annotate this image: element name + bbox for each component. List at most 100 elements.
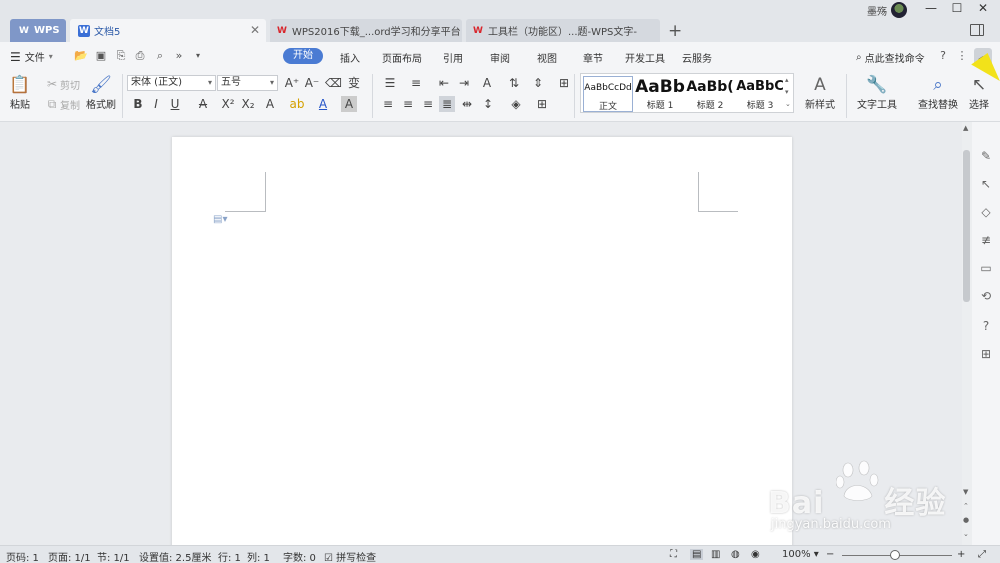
page-view-icon[interactable]: ▤ (690, 549, 704, 560)
clear-format-icon[interactable]: ⌫ (325, 75, 342, 91)
font-size-select[interactable]: 五号 (217, 75, 278, 91)
status-expand-icon[interactable]: ⤢ (978, 549, 986, 560)
zoom-in-button[interactable]: + (957, 549, 965, 560)
save-icon[interactable]: ▣ (94, 49, 108, 63)
status-pages[interactable]: 页面: 1/1 (48, 549, 91, 563)
align-justify-icon[interactable]: ≣ (439, 96, 455, 112)
distributed-align-icon[interactable]: ⇹ (459, 96, 475, 112)
print-icon[interactable]: ⎙ (133, 49, 147, 63)
outline-view-icon[interactable]: ▥ (711, 549, 720, 560)
align-center-icon[interactable]: ≡ (400, 96, 416, 112)
chinese-layout-icon[interactable]: A (479, 75, 495, 91)
line-spacing-icon[interactable]: ↕ (480, 96, 496, 112)
pen-icon[interactable]: ✎ (978, 148, 994, 164)
numbered-list-icon[interactable]: ≡ (408, 75, 424, 91)
zoom-out-button[interactable]: − (826, 549, 834, 560)
new-style-button[interactable]: A 新样式 (800, 74, 840, 111)
archive-icon[interactable]: ▭ (978, 260, 994, 276)
close-window-button[interactable]: ✕ (970, 0, 996, 16)
new-tab-button[interactable]: + (668, 21, 682, 41)
status-section[interactable]: 节: 1/1 (97, 549, 130, 563)
phonetic-guide-icon[interactable]: 变 (346, 75, 362, 91)
help-icon[interactable]: ? (936, 49, 950, 63)
export-pdf-icon[interactable]: ⎘ (114, 49, 128, 63)
status-column[interactable]: 列: 1 (247, 549, 270, 563)
zoom-slider-thumb[interactable] (890, 550, 900, 560)
user-account[interactable]: 墨殇 (867, 2, 907, 18)
line-spacing-show-icon[interactable]: ⇕ (530, 75, 546, 91)
next-page-icon[interactable]: ⌄ (963, 530, 969, 538)
settings-sliders-icon[interactable]: ≢ (978, 232, 994, 248)
cut-button[interactable]: ✂ 剪切 (44, 76, 80, 92)
more-chevron-icon[interactable]: » (172, 49, 186, 63)
more-options-icon[interactable]: ⋮ (955, 49, 969, 63)
strikethrough-icon[interactable]: A (195, 96, 211, 112)
font-name-select[interactable]: 宋体 (正文) (127, 75, 216, 91)
tab-view[interactable]: 视图 (537, 50, 557, 65)
style-normal[interactable]: AaBbCcDd 正文 (583, 76, 633, 112)
paragraph-shading-icon[interactable]: ◈ (508, 96, 524, 112)
scroll-down-icon[interactable]: ▼ (963, 488, 968, 496)
close-tab-icon[interactable]: ✕ (250, 23, 260, 37)
scrollbar-thumb[interactable] (963, 150, 970, 302)
tab-insert[interactable]: 插入 (340, 50, 360, 65)
status-setting-value[interactable]: 设置值: 2.5厘米 (139, 549, 211, 563)
table-grid-icon[interactable]: ⊞ (556, 75, 572, 91)
tab-page-layout[interactable]: 页面布局 (382, 50, 422, 65)
command-search[interactable]: ⌕ 点此查找命令 (856, 50, 925, 65)
history-icon[interactable]: ⟲ (978, 288, 994, 304)
highlight-icon[interactable]: ab (289, 96, 305, 112)
style-heading-3[interactable]: AaBbC 标题 3 (735, 76, 785, 112)
read-mode-icon[interactable]: ◉ (751, 549, 760, 560)
bullet-list-icon[interactable]: ☰ (382, 75, 398, 91)
superscript-icon[interactable]: X² (220, 96, 236, 112)
status-row[interactable]: 行: 1 (218, 549, 241, 563)
gallery-scroll-down-icon[interactable]: ▾ (785, 88, 789, 96)
copy-button[interactable]: ⧉ 复制 (44, 96, 80, 112)
align-right-icon[interactable]: ≡ (420, 96, 436, 112)
format-painter-button[interactable]: 🖌 格式刷 (84, 74, 118, 111)
shrink-font-icon[interactable]: A⁻ (304, 75, 320, 91)
web-view-icon[interactable]: ◍ (731, 549, 740, 560)
customize-dropdown-icon[interactable]: ▾ (191, 49, 205, 63)
borders-icon[interactable]: ⊞ (534, 96, 550, 112)
gallery-expand-icon[interactable]: ⌄ (785, 100, 791, 108)
increase-indent-icon[interactable]: ⇥ (456, 75, 472, 91)
previous-page-icon[interactable]: ⌃ (963, 502, 969, 510)
tab-start[interactable]: 开始 (283, 48, 323, 64)
help-circle-icon[interactable]: ? (978, 318, 994, 334)
tab-chapter[interactable]: 章节 (583, 50, 603, 65)
file-menu-button[interactable]: ☰ 文件 ▾ (10, 49, 53, 65)
sidebar-toggle-icon[interactable] (970, 24, 984, 36)
tab-wps-download-page[interactable]: W WPS2016下载_...ord学习和分享平台 (270, 19, 462, 42)
bold-icon[interactable]: B (130, 96, 146, 112)
sort-icon[interactable]: ⇅ (506, 75, 522, 91)
style-heading-2[interactable]: AaBb( 标题 2 (685, 76, 735, 112)
status-page-number[interactable]: 页码: 1 (6, 549, 39, 563)
gallery-scroll-up-icon[interactable]: ▴ (785, 76, 789, 84)
style-heading-1[interactable]: AaBb 标题 1 (635, 76, 685, 112)
underline-icon[interactable]: U (167, 96, 183, 112)
minimize-button[interactable]: — (918, 0, 944, 16)
open-folder-icon[interactable]: 📂 (74, 49, 88, 63)
font-color-icon[interactable]: A (315, 96, 331, 112)
decrease-indent-icon[interactable]: ⇤ (436, 75, 452, 91)
document-page[interactable]: ▤▾ (172, 137, 792, 545)
text-tools-button[interactable]: 🔧 文字工具 (852, 74, 902, 111)
char-shading-icon[interactable]: A (341, 96, 357, 112)
tab-references[interactable]: 引用 (443, 50, 463, 65)
text-effect-icon[interactable]: A (262, 96, 278, 112)
apps-grid-icon[interactable]: ⊞ (978, 346, 994, 362)
paragraph-layout-icon[interactable]: ▤▾ (213, 214, 227, 225)
print-preview-icon[interactable]: ⌕ (153, 49, 167, 63)
status-word-count[interactable]: 字数: 0 (283, 549, 316, 563)
shapes-icon[interactable]: ◇ (978, 204, 994, 220)
align-left-icon[interactable]: ≡ (380, 96, 396, 112)
subscript-icon[interactable]: X₂ (240, 96, 256, 112)
fullscreen-icon[interactable]: ⛶ (670, 549, 677, 560)
scroll-up-icon[interactable]: ▲ (963, 124, 968, 132)
find-replace-button[interactable]: ⌕ 查找替换 (914, 74, 962, 111)
tab-cloud-service[interactable]: 云服务 (682, 50, 712, 65)
grow-font-icon[interactable]: A⁺ (284, 75, 300, 91)
italic-icon[interactable]: I (148, 96, 164, 112)
